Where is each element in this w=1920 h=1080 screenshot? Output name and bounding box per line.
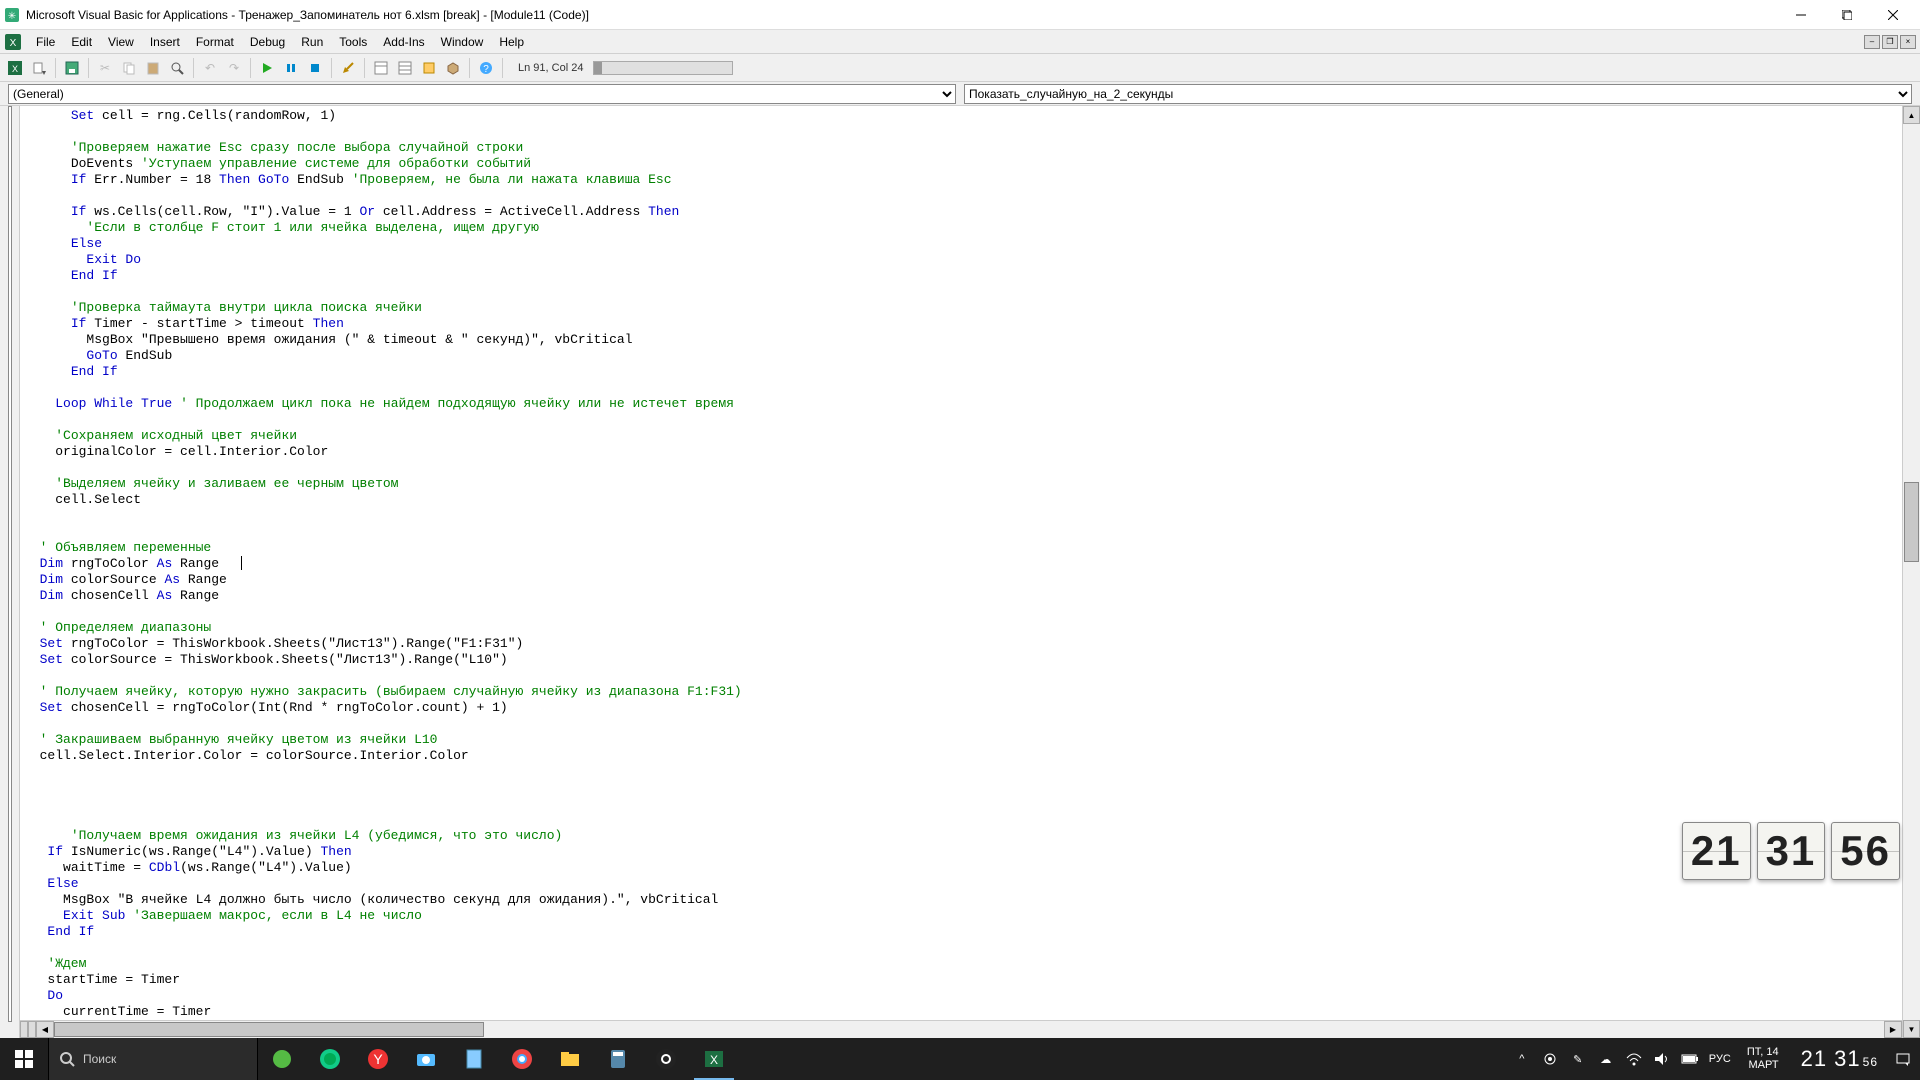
view-excel-icon[interactable]: X (4, 57, 26, 79)
search-placeholder: Поиск (83, 1052, 116, 1066)
taskbar-app-notepad[interactable] (450, 1038, 498, 1080)
scroll-down-icon[interactable]: ▼ (1903, 1020, 1920, 1038)
svg-text:Y: Y (373, 1051, 383, 1067)
break-icon[interactable] (280, 57, 302, 79)
tray-volume-icon[interactable] (1653, 1050, 1671, 1068)
menu-edit[interactable]: Edit (63, 33, 100, 51)
scroll-right-icon[interactable]: ▶ (1884, 1021, 1902, 1038)
find-icon[interactable] (166, 57, 188, 79)
clock-seconds: 56 (1831, 822, 1900, 880)
svg-text:✳: ✳ (8, 11, 16, 22)
window-controls (1778, 0, 1916, 30)
margin-indicator-bar (0, 106, 20, 1038)
tray-onedrive-icon[interactable]: ☁ (1597, 1050, 1615, 1068)
mdi-child-controls: – ❐ × (1864, 35, 1916, 49)
scroll-thumb[interactable] (1904, 482, 1919, 562)
properties-icon[interactable] (394, 57, 416, 79)
taskbar-app-excel[interactable]: X (690, 1038, 738, 1080)
svg-text:X: X (710, 1053, 718, 1067)
vertical-scrollbar[interactable]: ▲ ▼ (1902, 106, 1920, 1038)
menu-format[interactable]: Format (188, 33, 242, 51)
mdi-minimize[interactable]: – (1864, 35, 1880, 49)
paste-icon[interactable] (142, 57, 164, 79)
menu-bar: X File Edit View Insert Format Debug Run… (0, 30, 1920, 54)
code-editor-wrap: Set cell = rng.Cells(randomRow, 1) 'Пров… (0, 106, 1920, 1038)
taskbar-app-copilot[interactable] (258, 1038, 306, 1080)
vba-app-icon: ✳ (4, 7, 20, 23)
excel-return-icon[interactable]: X (4, 33, 22, 51)
undo-icon[interactable]: ↶ (199, 57, 221, 79)
hscroll-thumb[interactable] (54, 1022, 484, 1037)
redo-icon[interactable]: ↷ (223, 57, 245, 79)
design-mode-icon[interactable] (337, 57, 359, 79)
cursor-position: Ln 91, Col 24 (514, 62, 587, 74)
taskbar-app-explorer[interactable] (546, 1038, 594, 1080)
copy-icon[interactable] (118, 57, 140, 79)
taskbar-apps: Y X (258, 1038, 738, 1080)
tray-battery-icon[interactable] (1681, 1050, 1699, 1068)
menu-file[interactable]: File (28, 33, 63, 51)
menu-window[interactable]: Window (433, 33, 492, 51)
tray-pen-icon[interactable]: ✎ (1569, 1050, 1587, 1068)
scroll-up-icon[interactable]: ▲ (1903, 106, 1920, 124)
menu-insert[interactable]: Insert (142, 33, 188, 51)
taskbar-app-camera[interactable] (402, 1038, 450, 1080)
clock-hours: 21 (1682, 822, 1751, 880)
cut-icon[interactable]: ✂ (94, 57, 116, 79)
mdi-restore[interactable]: ❐ (1882, 35, 1898, 49)
menu-help[interactable]: Help (491, 33, 532, 51)
toolbar: X ✂ ↶ ↷ ? Ln 91, Col 24 (0, 54, 1920, 82)
procedure-dropdown[interactable]: Показать_случайную_на_2_секунды (964, 84, 1912, 104)
tray-wifi-icon[interactable] (1625, 1050, 1643, 1068)
taskbar-app-obs[interactable] (642, 1038, 690, 1080)
start-button[interactable] (0, 1038, 48, 1080)
svg-text:X: X (12, 64, 18, 74)
tray-language[interactable]: РУС (1709, 1053, 1731, 1065)
code-dropdowns: (General) Показать_случайную_на_2_секунд… (0, 82, 1920, 106)
minimize-button[interactable] (1778, 0, 1824, 30)
svg-text:X: X (10, 38, 17, 49)
scroll-left-icon[interactable]: ◀ (36, 1021, 54, 1038)
tray-notifications-icon[interactable] (1894, 1050, 1912, 1068)
code-editor[interactable]: Set cell = rng.Cells(randomRow, 1) 'Пров… (20, 106, 1902, 1038)
view-procedure-icon[interactable] (28, 1021, 36, 1038)
menu-tools[interactable]: Tools (331, 33, 375, 51)
menu-addins[interactable]: Add-Ins (375, 33, 432, 51)
view-full-module-icon[interactable] (20, 1021, 28, 1038)
search-icon (59, 1051, 75, 1067)
menu-view[interactable]: View (100, 33, 142, 51)
save-icon[interactable] (61, 57, 83, 79)
taskbar-app-yandex[interactable]: Y (354, 1038, 402, 1080)
tray-clock[interactable]: 21 3156 (1795, 1046, 1884, 1072)
window-title: Microsoft Visual Basic for Applications … (26, 8, 1778, 22)
tray-date[interactable]: ПТ, 14 МАРТ (1741, 1046, 1785, 1072)
position-slider[interactable] (593, 61, 733, 75)
help-icon[interactable]: ? (475, 57, 497, 79)
system-tray: ^ ✎ ☁ РУС ПТ, 14 МАРТ 21 3156 (1505, 1046, 1920, 1072)
taskbar: Поиск Y X ^ ✎ ☁ РУС ПТ, 14 МАРТ 21 3156 (0, 1038, 1920, 1080)
taskbar-app-chrome[interactable] (498, 1038, 546, 1080)
clock-minutes: 31 (1757, 822, 1826, 880)
menu-debug[interactable]: Debug (242, 33, 293, 51)
menu-run[interactable]: Run (293, 33, 331, 51)
svg-text:?: ? (483, 64, 489, 75)
tray-expand-icon[interactable]: ^ (1513, 1050, 1531, 1068)
project-explorer-icon[interactable] (370, 57, 392, 79)
taskbar-search[interactable]: Поиск (48, 1038, 258, 1080)
taskbar-app-edge[interactable] (306, 1038, 354, 1080)
maximize-button[interactable] (1824, 0, 1870, 30)
taskbar-app-calculator[interactable] (594, 1038, 642, 1080)
toolbox-icon[interactable] (442, 57, 464, 79)
run-icon[interactable] (256, 57, 278, 79)
insert-module-dropdown-icon[interactable] (28, 57, 50, 79)
mdi-close[interactable]: × (1900, 35, 1916, 49)
reset-icon[interactable] (304, 57, 326, 79)
close-button[interactable] (1870, 0, 1916, 30)
desktop-clock-widget: 21 31 56 (1682, 822, 1900, 880)
object-browser-icon[interactable] (418, 57, 440, 79)
tray-location-icon[interactable] (1541, 1050, 1559, 1068)
title-bar: ✳ Microsoft Visual Basic for Application… (0, 0, 1920, 30)
object-dropdown[interactable]: (General) (8, 84, 956, 104)
horizontal-scrollbar[interactable]: ◀ ▶ (20, 1020, 1902, 1038)
